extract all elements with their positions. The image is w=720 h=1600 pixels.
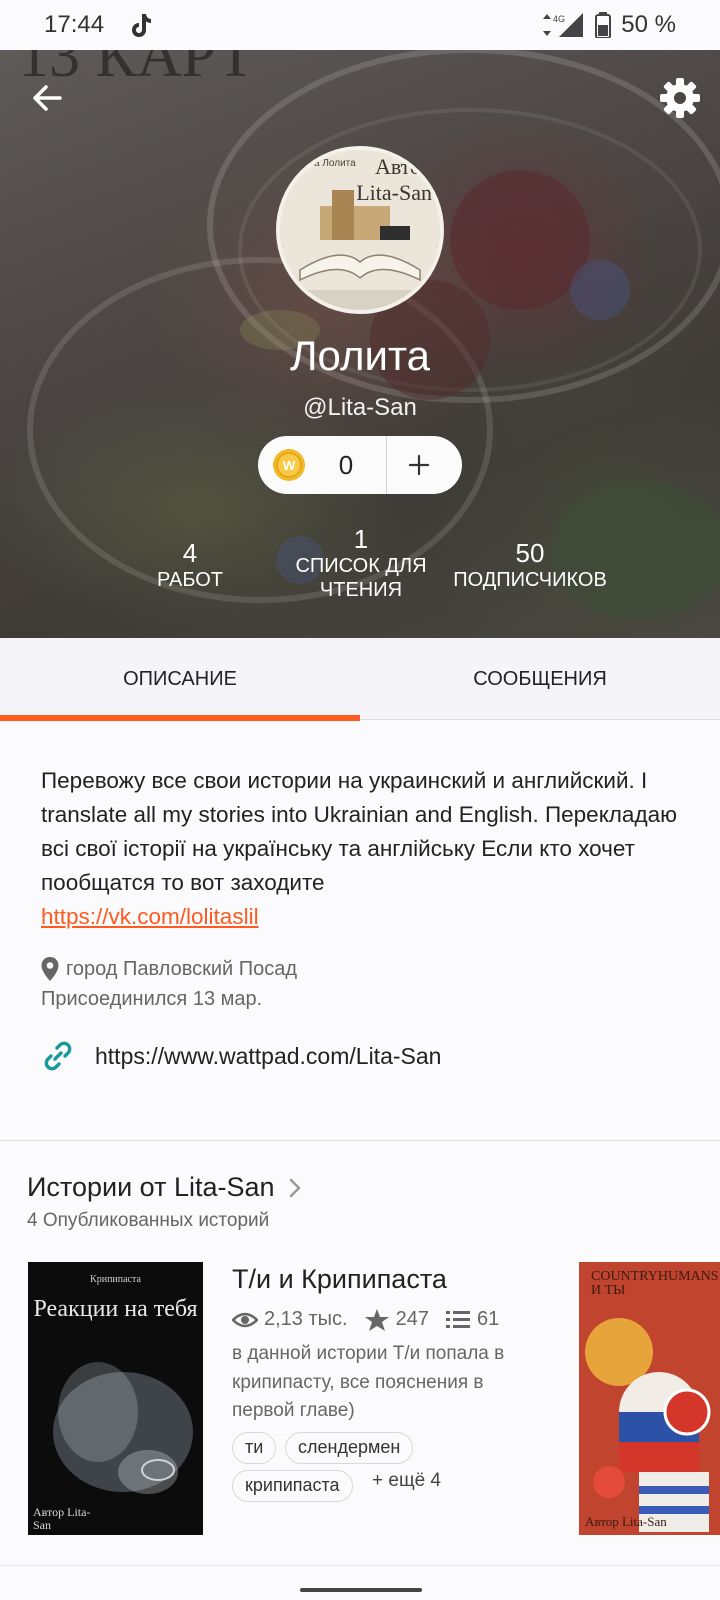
profile-description: Перевожу все свои истории на украинский … xyxy=(41,764,681,934)
stories-title-text: Истории от Lita-San xyxy=(27,1172,275,1202)
bottom-divider xyxy=(0,1565,720,1566)
coin-icon: W xyxy=(273,449,305,481)
svg-text:W: W xyxy=(283,458,296,473)
story-cover-author: Автор Lita-San xyxy=(33,1505,91,1532)
profile-header: 13 КАРТ а Лолита Автор Lita-San Лолита @… xyxy=(0,50,720,638)
story-tag[interactable]: крипипаста xyxy=(232,1470,353,1502)
avatar-caption: Автор Lita-San xyxy=(356,154,432,205)
battery-icon xyxy=(595,12,612,38)
tab-messages[interactable]: СООБЩЕНИЯ xyxy=(360,638,720,720)
joined-date: Присоединился 13 мар. xyxy=(41,988,263,1010)
profile-name: Лолита xyxy=(289,332,431,379)
settings-gear-icon[interactable] xyxy=(656,74,704,122)
location-text: город Павловский Посад xyxy=(66,957,298,980)
stat-works-label: РАБОТ xyxy=(156,569,223,591)
coin-balance[interactable]: W 0 xyxy=(258,436,462,494)
stat-reading-list[interactable]: 1 СПИСОК ДЛЯ ЧТЕНИЯ xyxy=(286,524,436,602)
website-link[interactable]: https://www.wattpad.com/Lita-San xyxy=(40,1038,441,1074)
story-description: в данной истории Т/и попала в крипипасту… xyxy=(232,1343,505,1421)
list-icon xyxy=(445,1310,470,1328)
profile-handle: @Lita-San xyxy=(303,394,417,421)
stat-works[interactable]: 4 РАБОТ xyxy=(140,538,240,592)
story-cover-title: Реакции на тебя xyxy=(33,1296,198,1322)
stat-followers-label: ПОДПИСЧИКОВ xyxy=(453,569,607,591)
signal-icon: 4G xyxy=(543,13,584,37)
story-cover-second-art xyxy=(579,1262,720,1535)
stat-reading-list-value: 1 xyxy=(353,524,369,554)
eye-icon xyxy=(232,1312,258,1327)
status-bar: 17:44 4G 50 % xyxy=(0,0,720,50)
story-tag[interactable]: слендермен xyxy=(285,1432,414,1464)
stat-reading-list-label: СПИСОК ДЛЯ ЧТЕНИЯ xyxy=(295,555,427,601)
story-cover-second-author: Автор Lita-San xyxy=(585,1514,667,1529)
vk-link[interactable]: https://vk.com/lolitaslil xyxy=(41,904,259,929)
status-time: 17:44 xyxy=(44,11,105,38)
link-icon xyxy=(44,1041,72,1071)
more-tags[interactable]: + ещё 4 xyxy=(372,1470,441,1492)
story-tag[interactable]: ти xyxy=(232,1432,277,1464)
section-divider xyxy=(0,1140,720,1141)
profile-description-text: Перевожу все свои истории на украинский … xyxy=(41,768,677,895)
stories-section-title[interactable]: Истории от Lita-San xyxy=(27,1172,305,1203)
avatar[interactable]: а Лолита Автор Lita-San xyxy=(276,146,444,314)
back-arrow-icon[interactable] xyxy=(26,76,70,120)
profile-tabs: ОПИСАНИЕ СООБЩЕНИЯ xyxy=(0,638,720,721)
stat-followers[interactable]: 50 ПОДПИСЧИКОВ xyxy=(445,538,615,592)
home-indicator[interactable] xyxy=(300,1588,422,1592)
story-cover[interactable]: Крипипаста Реакции на тебя Автор Lita-Sa… xyxy=(28,1262,203,1535)
stat-works-value: 4 xyxy=(182,538,198,568)
story-views: 2,13 тыс. xyxy=(264,1308,348,1330)
story-title[interactable]: Т/и и Крипипаста xyxy=(232,1264,447,1295)
stat-followers-value: 50 xyxy=(515,538,545,568)
battery-percent: 50 % xyxy=(621,11,676,38)
stories-count: 4 Опубликованных историй xyxy=(27,1210,270,1231)
story-cover-genre: Крипипаста xyxy=(90,1274,141,1285)
chevron-right-icon xyxy=(289,1178,300,1197)
story-stats: 2,13 тыс. 247 61 xyxy=(232,1308,499,1331)
add-coins-button[interactable] xyxy=(387,436,451,494)
website-url: https://www.wattpad.com/Lita-San xyxy=(95,1042,442,1069)
plus-icon xyxy=(408,454,430,476)
coin-count: 0 xyxy=(338,449,354,480)
story-cover-second[interactable]: COUNTRYHUMANS И ТЫ Автор Lita-San xyxy=(579,1262,720,1535)
location-pin-icon xyxy=(41,957,59,981)
star-icon xyxy=(364,1308,389,1331)
tiktok-icon xyxy=(132,14,152,37)
tab-description[interactable]: ОПИСАНИЕ xyxy=(0,638,360,721)
svg-text:4G: 4G xyxy=(553,14,565,24)
story-votes: 247 xyxy=(395,1308,429,1330)
story-parts: 61 xyxy=(476,1308,500,1330)
location: город Павловский Посад xyxy=(40,956,297,982)
story-cover-second-title: COUNTRYHUMANS И ТЫ xyxy=(591,1269,719,1298)
